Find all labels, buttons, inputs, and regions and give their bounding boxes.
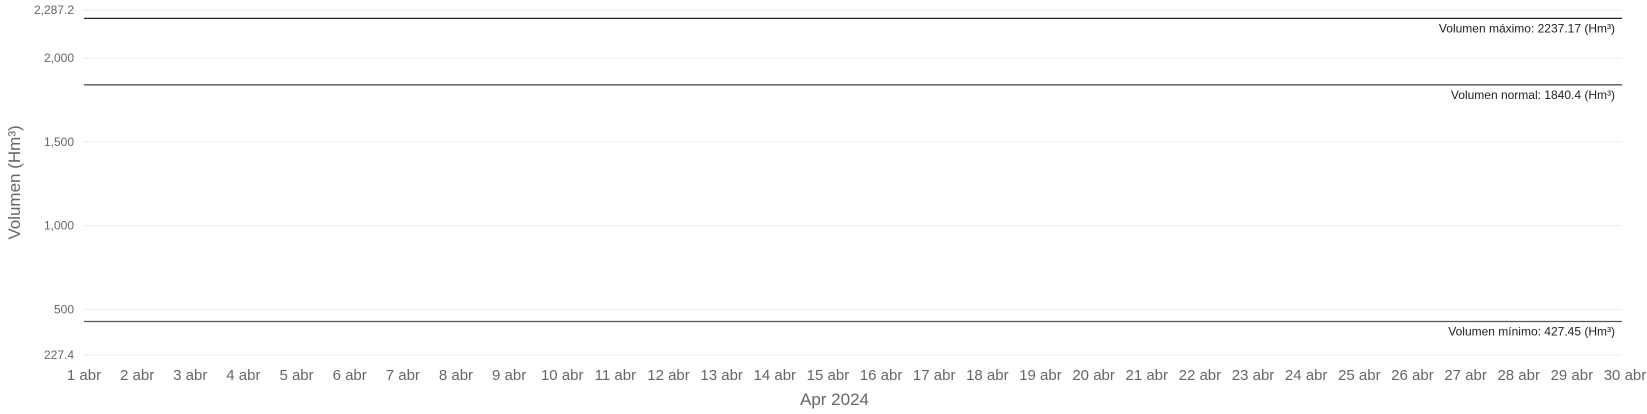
x-tick-label: 27 abr [1444,367,1487,384]
y-tick-label: 2,000 [44,51,74,65]
y-tick-label: 227.4 [44,348,74,362]
volume-chart: 227.4 500 1,000 1,500 2,000 2,287.2 Volumen má… [5,3,1647,409]
x-tick-label: 25 abr [1338,367,1381,384]
y-tick-label: 500 [54,302,74,316]
x-tick-label: 19 abr [1019,367,1062,384]
x-tick-label: 26 abr [1391,367,1434,384]
x-tick-label: 5 abr [279,367,313,384]
x-tick-label: 4 abr [226,367,260,384]
x-tick-label: 29 abr [1551,367,1594,384]
y-tick-label: 2,287.2 [34,3,74,17]
reference-line-label: Volumen normal: 1840.4 (Hm³) [1451,88,1615,102]
x-tick-label: 6 abr [333,367,367,384]
x-tick-label: 23 abr [1232,367,1275,384]
x-tick-label: 24 abr [1285,367,1328,384]
x-tick-label: 12 abr [647,367,690,384]
x-tick-label: 1 abr [67,367,101,384]
x-tick-label: 22 abr [1179,367,1222,384]
y-tick-label: 1,000 [44,219,74,233]
x-tick-label: 8 abr [439,367,473,384]
x-tick-label: 14 abr [754,367,797,384]
x-tick-label: 2 abr [120,367,154,384]
x-tick-label: 20 abr [1072,367,1115,384]
x-tick-label: 21 abr [1125,367,1168,384]
y-axis-title: Volumen (Hm³) [5,125,24,239]
x-tick-label: 3 abr [173,367,207,384]
x-tick-label: 15 abr [807,367,850,384]
x-axis-title: Apr 2024 [800,390,869,409]
x-tick-label: 30 abr [1604,367,1647,384]
x-tick-label: 16 abr [860,367,903,384]
reference-line-label: Volumen mínimo: 427.45 (Hm³) [1448,324,1615,338]
x-tick-label: 7 abr [386,367,420,384]
reference-line-label: Volumen máximo: 2237.17 (Hm³) [1439,21,1615,35]
x-tick-label: 10 abr [541,367,584,384]
x-tick-label: 28 abr [1497,367,1540,384]
x-tick-label: 13 abr [700,367,743,384]
x-tick-label: 9 abr [492,367,526,384]
x-tick-label: 17 abr [913,367,956,384]
x-tick-label: 11 abr [595,367,636,384]
chart-container: 227.4 500 1,000 1,500 2,000 2,287.2 Volumen má… [0,0,1647,414]
x-tick-label: 18 abr [966,367,1009,384]
y-tick-label: 1,500 [44,135,74,149]
